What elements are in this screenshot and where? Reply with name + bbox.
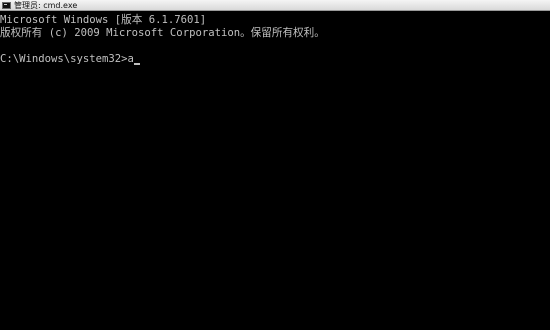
- command-input-line[interactable]: C:\Windows\system32>a: [0, 53, 550, 66]
- console-output[interactable]: Microsoft Windows [版本 6.1.7601] 版权所有 (c)…: [0, 11, 550, 330]
- command-prompt-window[interactable]: 管理员: cmd.exe Microsoft Windows [版本 6.1.7…: [0, 0, 550, 330]
- console-line-copyright: 版权所有 (c) 2009 Microsoft Corporation。保留所有…: [0, 27, 325, 39]
- text-cursor: [133, 63, 140, 65]
- command-prompt-text[interactable]: C:\Windows\system32>a: [0, 53, 134, 66]
- window-title: 管理员: cmd.exe: [14, 0, 78, 10]
- console-line-version: Microsoft Windows [版本 6.1.7601]: [0, 14, 207, 26]
- title-bar[interactable]: 管理员: cmd.exe: [0, 0, 550, 11]
- cmd-icon: [2, 1, 11, 9]
